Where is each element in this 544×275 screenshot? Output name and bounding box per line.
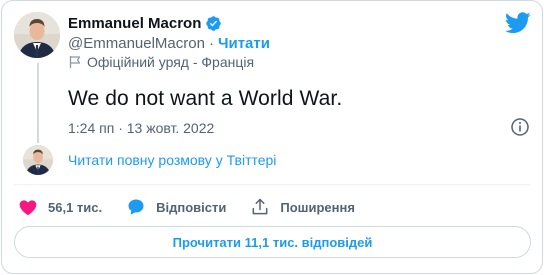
reply-button[interactable]: Відповісти xyxy=(126,197,226,217)
reply-bubble-icon xyxy=(128,199,144,215)
author-avatar[interactable] xyxy=(14,12,60,58)
like-button[interactable]: 56,1 тис. xyxy=(18,197,102,217)
twitter-bird-icon[interactable] xyxy=(505,12,531,34)
read-replies-button[interactable]: Прочитати 11,1 тис. відповідей xyxy=(14,226,531,258)
avatar-portrait-small xyxy=(23,145,53,175)
government-label-row: Офіційний уряд - Франція xyxy=(68,54,254,70)
author-handle-row: @EmmanuelMacron · Читати xyxy=(68,35,270,52)
follow-link[interactable]: Читати xyxy=(218,35,270,52)
author-handle[interactable]: @EmmanuelMacron xyxy=(68,35,205,52)
like-count: 56,1 тис. xyxy=(48,199,103,215)
divider xyxy=(14,184,530,185)
share-icon xyxy=(252,198,268,215)
share-button[interactable]: Поширення xyxy=(250,197,355,217)
read-full-conversation-link[interactable]: Читати повну розмову у Твіттері xyxy=(68,152,276,168)
reply-label: Відповісти xyxy=(156,199,227,215)
verified-badge-icon xyxy=(205,15,222,32)
thread-author-avatar[interactable] xyxy=(23,145,53,175)
heart-icon xyxy=(19,200,37,216)
thread-connector-line xyxy=(37,63,39,143)
embedded-tweet-card: Emmanuel Macron @EmmanuelMacron · Читати… xyxy=(1,0,543,274)
separator-dot: · xyxy=(208,35,214,52)
action-bar: 56,1 тис. Відповісти Поширення xyxy=(18,196,379,218)
tweet-text: We do not want a World War. xyxy=(68,87,343,110)
share-label: Поширення xyxy=(280,199,355,215)
author-name[interactable]: Emmanuel Macron xyxy=(68,15,201,32)
tweet-timestamp[interactable]: 1:24 пп · 13 жовт. 2022 xyxy=(68,120,214,136)
info-icon[interactable] xyxy=(510,117,530,137)
flag-icon xyxy=(68,55,82,69)
government-label: Офіційний уряд - Франція xyxy=(87,54,255,70)
avatar-portrait xyxy=(14,12,60,58)
read-replies-label: Прочитати 11,1 тис. відповідей xyxy=(172,234,373,250)
author-name-row[interactable]: Emmanuel Macron xyxy=(68,14,222,32)
